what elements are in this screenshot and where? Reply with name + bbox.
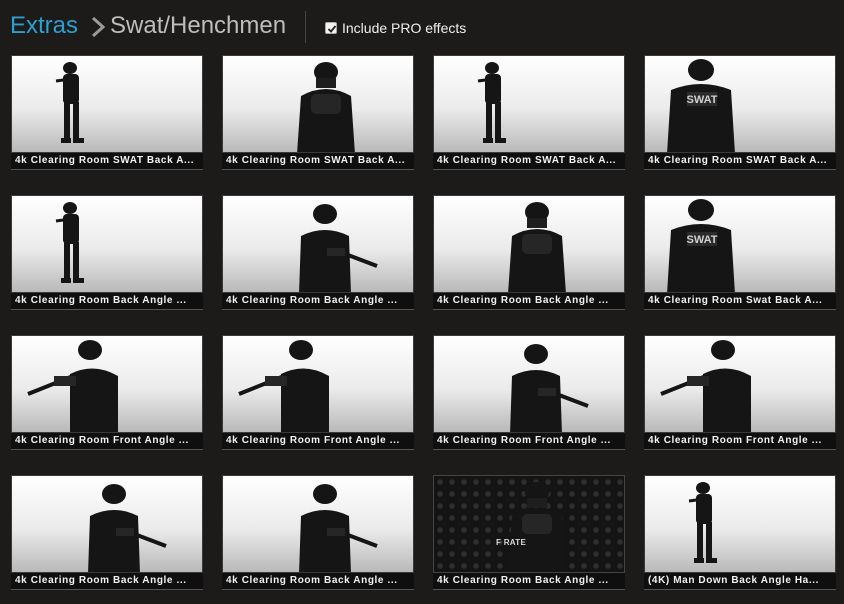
effect-thumbnail[interactable] <box>433 195 625 293</box>
include-pro-label: Include PRO effects <box>342 20 467 36</box>
effect-thumbnail[interactable] <box>222 475 414 573</box>
effect-thumbnail[interactable] <box>222 335 414 433</box>
swat-figure-image <box>299 204 378 292</box>
swat-figure-image <box>238 340 329 432</box>
effect-tile[interactable]: SWAT 4k Clearing Room SWAT Back A... <box>644 55 836 175</box>
effect-title: 4k Clearing Room Back Angle ... <box>433 293 625 310</box>
swat-figure-image <box>297 62 355 152</box>
effect-title: 4k Clearing Room Back Angle ... <box>222 293 414 310</box>
effect-title: 4k Clearing Room SWAT Back A... <box>222 153 414 170</box>
effect-title: 4k Clearing Room Swat Back A... <box>644 293 836 310</box>
swat-figure-image <box>88 484 167 572</box>
effect-title: 4k Clearing Room Front Angle ... <box>11 433 203 450</box>
checkmark-icon <box>327 25 337 33</box>
chevron-right-icon <box>88 15 110 39</box>
effect-title: 4k Clearing Room Back Angle ... <box>11 293 203 310</box>
effect-title: 4k Clearing Room Back Angle ... <box>11 573 203 590</box>
effect-tile[interactable]: F RATE 4k Clearing Room Back Angle ... <box>433 475 625 595</box>
effect-tile[interactable]: 4k Clearing Room Front Angle ... <box>222 335 414 455</box>
vest-text: SWAT <box>687 94 718 106</box>
vest-text: SWAT <box>687 234 718 246</box>
effect-tile[interactable]: 4k Clearing Room SWAT Back A... <box>222 55 414 175</box>
swat-figure-image: SWAT <box>667 199 735 292</box>
effect-tile[interactable]: 4k Clearing Room Front Angle ... <box>433 335 625 455</box>
effect-title: 4k Clearing Room Front Angle ... <box>644 433 836 450</box>
breadcrumb-root-link[interactable]: Extras <box>10 12 78 40</box>
swat-figure-image <box>55 202 84 283</box>
header-bar: Extras Swat/Henchmen Include PRO effects <box>0 0 844 52</box>
effect-tile[interactable]: 4k Clearing Room Back Angle ... <box>222 195 414 315</box>
swat-figure-image <box>55 62 84 143</box>
effect-tile[interactable]: 4k Clearing Room Front Angle ... <box>644 335 836 455</box>
effect-title: 4k Clearing Room Front Angle ... <box>433 433 625 450</box>
effect-tile[interactable]: 4k Clearing Room Back Angle ... <box>222 475 414 595</box>
header-divider <box>305 11 306 43</box>
effect-tile[interactable]: 4k Clearing Room Back Angle ... <box>11 475 203 595</box>
effect-thumbnail[interactable] <box>11 195 203 293</box>
effect-title: 4k Clearing Room SWAT Back A... <box>644 153 836 170</box>
effect-thumbnail[interactable] <box>222 55 414 153</box>
swat-figure-image <box>508 202 566 292</box>
effect-title: (4K) Man Down Back Angle Ha... <box>644 573 836 590</box>
swat-figure-image <box>477 62 506 143</box>
include-pro-checkbox[interactable] <box>325 22 337 34</box>
effect-tile[interactable]: 4k Clearing Room SWAT Back A... <box>433 55 625 175</box>
effect-thumbnail[interactable] <box>644 475 836 573</box>
effect-thumbnail[interactable] <box>11 335 203 433</box>
thumbnail-overlay-text: F RATE <box>496 538 527 547</box>
effect-thumbnail[interactable]: SWAT <box>644 55 836 153</box>
effect-title: 4k Clearing Room Back Angle ... <box>222 573 414 590</box>
effect-tile[interactable]: 4k Clearing Room Back Angle ... <box>433 195 625 315</box>
swat-figure-image <box>688 482 717 563</box>
effect-thumbnail[interactable] <box>11 55 203 153</box>
effect-thumbnail[interactable] <box>644 335 836 433</box>
effect-title: 4k Clearing Room SWAT Back A... <box>11 153 203 170</box>
effect-thumbnail[interactable]: SWAT <box>644 195 836 293</box>
effect-thumbnail[interactable] <box>433 335 625 433</box>
effect-tile[interactable]: 4k Clearing Room SWAT Back A... <box>11 55 203 175</box>
effect-thumbnail[interactable] <box>222 195 414 293</box>
effect-tile[interactable]: 4k Clearing Room Back Angle ... <box>11 195 203 315</box>
effect-thumbnail[interactable] <box>433 55 625 153</box>
swat-figure-image <box>510 344 589 432</box>
swat-figure-image: SWAT <box>667 59 735 152</box>
effect-tile[interactable]: (4K) Man Down Back Angle Ha... <box>644 475 836 595</box>
swat-figure-image <box>660 340 751 432</box>
swat-figure-image <box>508 482 566 572</box>
swat-figure-image <box>299 484 378 572</box>
include-pro-toggle[interactable]: Include PRO effects <box>325 19 466 37</box>
effect-tile[interactable]: 4k Clearing Room Front Angle ... <box>11 335 203 455</box>
effect-thumbnail[interactable]: F RATE <box>433 475 625 573</box>
effect-tile[interactable]: SWAT 4k Clearing Room Swat Back A... <box>644 195 836 315</box>
breadcrumb-current: Swat/Henchmen <box>110 12 287 39</box>
swat-figure-image <box>27 340 118 432</box>
effect-title: 4k Clearing Room SWAT Back A... <box>433 153 625 170</box>
effect-title: 4k Clearing Room Front Angle ... <box>222 433 414 450</box>
effect-thumbnail[interactable] <box>11 475 203 573</box>
effect-title: 4k Clearing Room Back Angle ... <box>433 573 625 590</box>
